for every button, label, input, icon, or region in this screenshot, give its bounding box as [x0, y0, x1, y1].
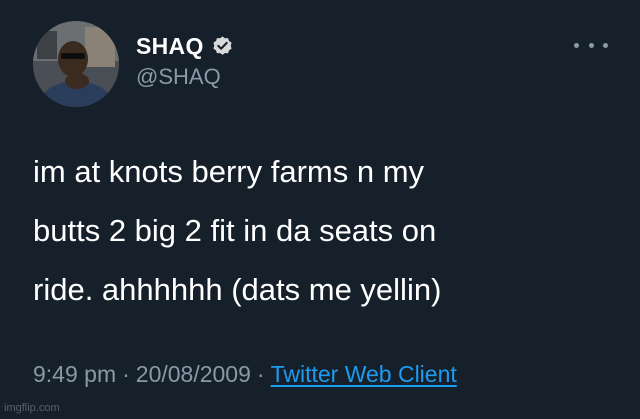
tweet-text-line: ride. ahhhhhh (dats me yellin) — [33, 272, 442, 307]
verified-badge-icon — [211, 35, 234, 58]
meta-separator: · — [122, 361, 130, 387]
profile-photo-icon — [33, 21, 119, 107]
tweet-meta: 9:49 pm · 20/08/2009 · Twitter Web Client — [33, 361, 457, 388]
meta-separator: · — [256, 361, 265, 387]
more-dot — [574, 42, 579, 48]
more-dot — [588, 42, 594, 48]
display-name[interactable]: SHAQ — [136, 33, 204, 60]
avatar[interactable] — [33, 21, 119, 107]
tweet-time[interactable]: 9:49 pm — [33, 361, 116, 387]
tweet-date[interactable]: 20/08/2009 — [136, 361, 251, 387]
tweet-card: SHAQ @SHAQ im at knots berry farms n my … — [0, 0, 640, 419]
more-dot — [603, 42, 608, 48]
more-horizontal-icon[interactable] — [574, 38, 608, 52]
tweet-text-line: butts 2 big 2 fit in da seats on — [33, 213, 437, 248]
tweet-source-link[interactable]: Twitter Web Client — [271, 361, 457, 387]
tweet-text-line: im at knots berry farms n my — [33, 154, 425, 189]
user-handle[interactable]: @SHAQ — [136, 64, 221, 90]
display-name-row: SHAQ — [136, 32, 234, 60]
tweet-text: im at knots berry farms n my butts 2 big… — [33, 142, 623, 319]
watermark: imgflip.com — [4, 402, 60, 414]
